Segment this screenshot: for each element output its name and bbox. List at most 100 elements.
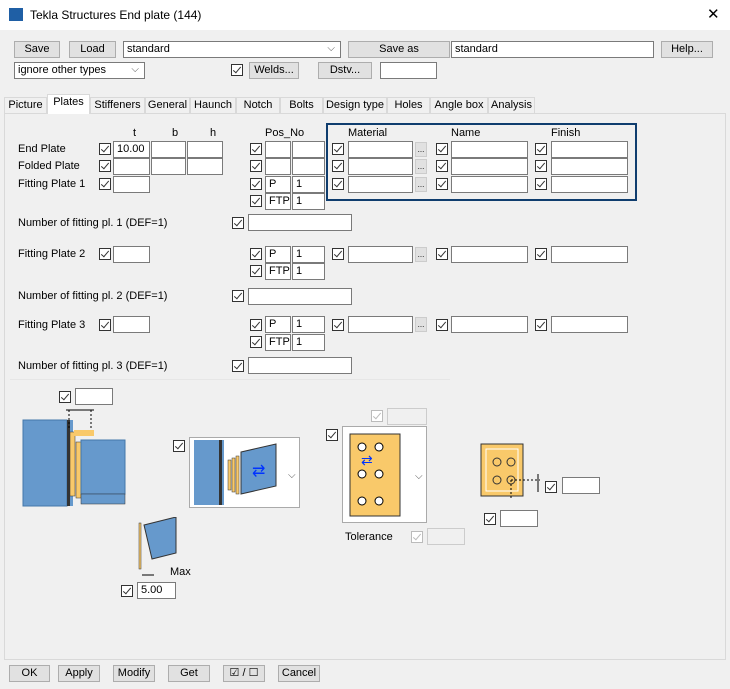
folded-plate-name-checkbox[interactable] <box>436 160 448 172</box>
fitting-plate-2-name-checkbox[interactable] <box>436 248 448 260</box>
tab-angle-box[interactable]: Angle box <box>430 97 488 114</box>
fitting-plate-2-ftpl-prefix[interactable]: FTPL <box>265 263 291 280</box>
fitting-plate-1-ftpl-prefix[interactable]: FTPL <box>265 193 291 210</box>
cancel-button[interactable]: Cancel <box>278 665 320 682</box>
end-plate-material-input[interactable] <box>348 141 413 158</box>
folded-plate-b-input[interactable] <box>151 158 186 175</box>
folded-plate-pos-prefix[interactable] <box>265 158 291 175</box>
folded-plate-name-input[interactable] <box>451 158 528 175</box>
folded-plate-finish-checkbox[interactable] <box>535 160 547 172</box>
fitting-plate-3-pos-prefix[interactable]: P <box>265 316 291 333</box>
gap-input[interactable] <box>75 388 113 405</box>
dstv-input[interactable] <box>380 62 437 79</box>
fitting-plate-2-ftpl-checkbox[interactable] <box>250 265 262 277</box>
max-input[interactable]: 5.00 <box>137 582 176 599</box>
close-icon[interactable]: ✕ <box>707 5 720 23</box>
fitting-plate-2-t-checkbox[interactable] <box>99 248 111 260</box>
apply-button[interactable]: Apply <box>58 665 100 682</box>
fitting-plate-2-pos-checkbox[interactable] <box>250 248 262 260</box>
save-as-input[interactable]: standard <box>451 41 654 58</box>
folded-plate-material-checkbox[interactable] <box>332 160 344 172</box>
folded-plate-pos-start[interactable] <box>292 158 325 175</box>
connection-type-checkbox[interactable] <box>173 440 185 452</box>
fitting-plate-3-finish-checkbox[interactable] <box>535 319 547 331</box>
end-plate-h-input[interactable] <box>187 141 223 158</box>
hole-pattern-select[interactable]: ⇄ ⌵ <box>342 426 427 523</box>
fitting-plate-3-material-input[interactable] <box>348 316 413 333</box>
save-as-button[interactable]: Save as <box>348 41 450 58</box>
fitting-plate-3-pos-checkbox[interactable] <box>250 319 262 331</box>
help-button[interactable]: Help... <box>661 41 713 58</box>
max-checkbox[interactable] <box>121 585 133 597</box>
tab-stiffeners[interactable]: Stiffeners <box>90 97 145 114</box>
end-plate-t-input[interactable]: 10.00 <box>113 141 150 158</box>
folded-plate-h-input[interactable] <box>187 158 223 175</box>
load-button[interactable]: Load <box>69 41 116 58</box>
vertical-edge-checkbox[interactable] <box>545 481 557 493</box>
end-plate-name-checkbox[interactable] <box>436 143 448 155</box>
folded-plate-material-browse-button[interactable]: ... <box>415 159 427 174</box>
number-fitting-2-input[interactable] <box>248 288 352 305</box>
fitting-plate-3-material-checkbox[interactable] <box>332 319 344 331</box>
fitting-plate-3-t-input[interactable] <box>113 316 150 333</box>
fitting-plate-1-ftpl-start[interactable]: 1 <box>292 193 325 210</box>
end-plate-pos-prefix[interactable] <box>265 141 291 158</box>
fitting-plate-2-material-checkbox[interactable] <box>332 248 344 260</box>
number-fitting-1-input[interactable] <box>248 214 352 231</box>
fitting-plate-1-finish-input[interactable] <box>551 176 628 193</box>
fitting-plate-1-name-input[interactable] <box>451 176 528 193</box>
tab-picture[interactable]: Picture <box>4 97 47 114</box>
tab-haunch[interactable]: Haunch <box>190 97 236 114</box>
tab-plates[interactable]: Plates <box>47 94 90 114</box>
fitting-plate-1-material-browse-button[interactable]: ... <box>415 177 427 192</box>
end-plate-finish-input[interactable] <box>551 141 628 158</box>
fitting-plate-3-name-input[interactable] <box>451 316 528 333</box>
fitting-plate-1-material-checkbox[interactable] <box>332 178 344 190</box>
ok-button[interactable]: OK <box>9 665 50 682</box>
fitting-plate-2-finish-input[interactable] <box>551 246 628 263</box>
fitting-plate-1-name-checkbox[interactable] <box>436 178 448 190</box>
number-fitting-3-input[interactable] <box>248 357 352 374</box>
end-plate-b-input[interactable] <box>151 141 186 158</box>
fitting-plate-1-pos-checkbox[interactable] <box>250 178 262 190</box>
number-fitting-3-checkbox[interactable] <box>232 360 244 372</box>
folded-plate-material-input[interactable] <box>348 158 413 175</box>
tab-bolts[interactable]: Bolts <box>280 97 323 114</box>
folded-plate-pos-checkbox[interactable] <box>250 160 262 172</box>
fitting-plate-2-pos-start[interactable]: 1 <box>292 246 325 263</box>
fitting-plate-3-pos-start[interactable]: 1 <box>292 316 325 333</box>
horizontal-edge-checkbox[interactable] <box>484 513 496 525</box>
end-plate-material-browse-button[interactable]: ... <box>415 142 427 157</box>
end-plate-pos-start[interactable] <box>292 141 325 158</box>
modify-button[interactable]: Modify <box>113 665 155 682</box>
fitting-plate-3-name-checkbox[interactable] <box>436 319 448 331</box>
tab-holes[interactable]: Holes <box>387 97 430 114</box>
horizontal-edge-input[interactable] <box>500 510 538 527</box>
fitting-plate-1-ftpl-checkbox[interactable] <box>250 195 262 207</box>
tab-general[interactable]: General <box>145 97 190 114</box>
fitting-plate-2-material-input[interactable] <box>348 246 413 263</box>
fitting-plate-1-t-input[interactable] <box>113 176 150 193</box>
fitting-plate-1-pos-start[interactable]: 1 <box>292 176 325 193</box>
filter-select[interactable]: ignore other types <box>14 62 145 79</box>
folded-plate-finish-input[interactable] <box>551 158 628 175</box>
fitting-plate-2-t-input[interactable] <box>113 246 150 263</box>
fitting-plate-3-material-browse-button[interactable]: ... <box>415 317 427 332</box>
end-plate-finish-checkbox[interactable] <box>535 143 547 155</box>
fitting-plate-1-finish-checkbox[interactable] <box>535 178 547 190</box>
preset-select[interactable]: standard <box>123 41 341 58</box>
fitting-plate-3-ftpl-prefix[interactable]: FTPL <box>265 334 291 351</box>
vertical-edge-input[interactable] <box>562 477 600 494</box>
tab-design-type[interactable]: Design type <box>323 97 387 114</box>
fitting-plate-3-ftpl-checkbox[interactable] <box>250 336 262 348</box>
fitting-plate-1-pos-prefix[interactable]: P <box>265 176 291 193</box>
fitting-plate-2-material-browse-button[interactable]: ... <box>415 247 427 262</box>
fitting-plate-1-t-checkbox[interactable] <box>99 178 111 190</box>
fitting-plate-2-ftpl-start[interactable]: 1 <box>292 263 325 280</box>
toggle-all-button[interactable]: ☑ / ☐ <box>223 665 265 682</box>
folded-plate-t-input[interactable] <box>113 158 150 175</box>
number-fitting-1-checkbox[interactable] <box>232 217 244 229</box>
fitting-plate-3-finish-input[interactable] <box>551 316 628 333</box>
end-plate-name-input[interactable] <box>451 141 528 158</box>
fitting-plate-3-ftpl-start[interactable]: 1 <box>292 334 325 351</box>
